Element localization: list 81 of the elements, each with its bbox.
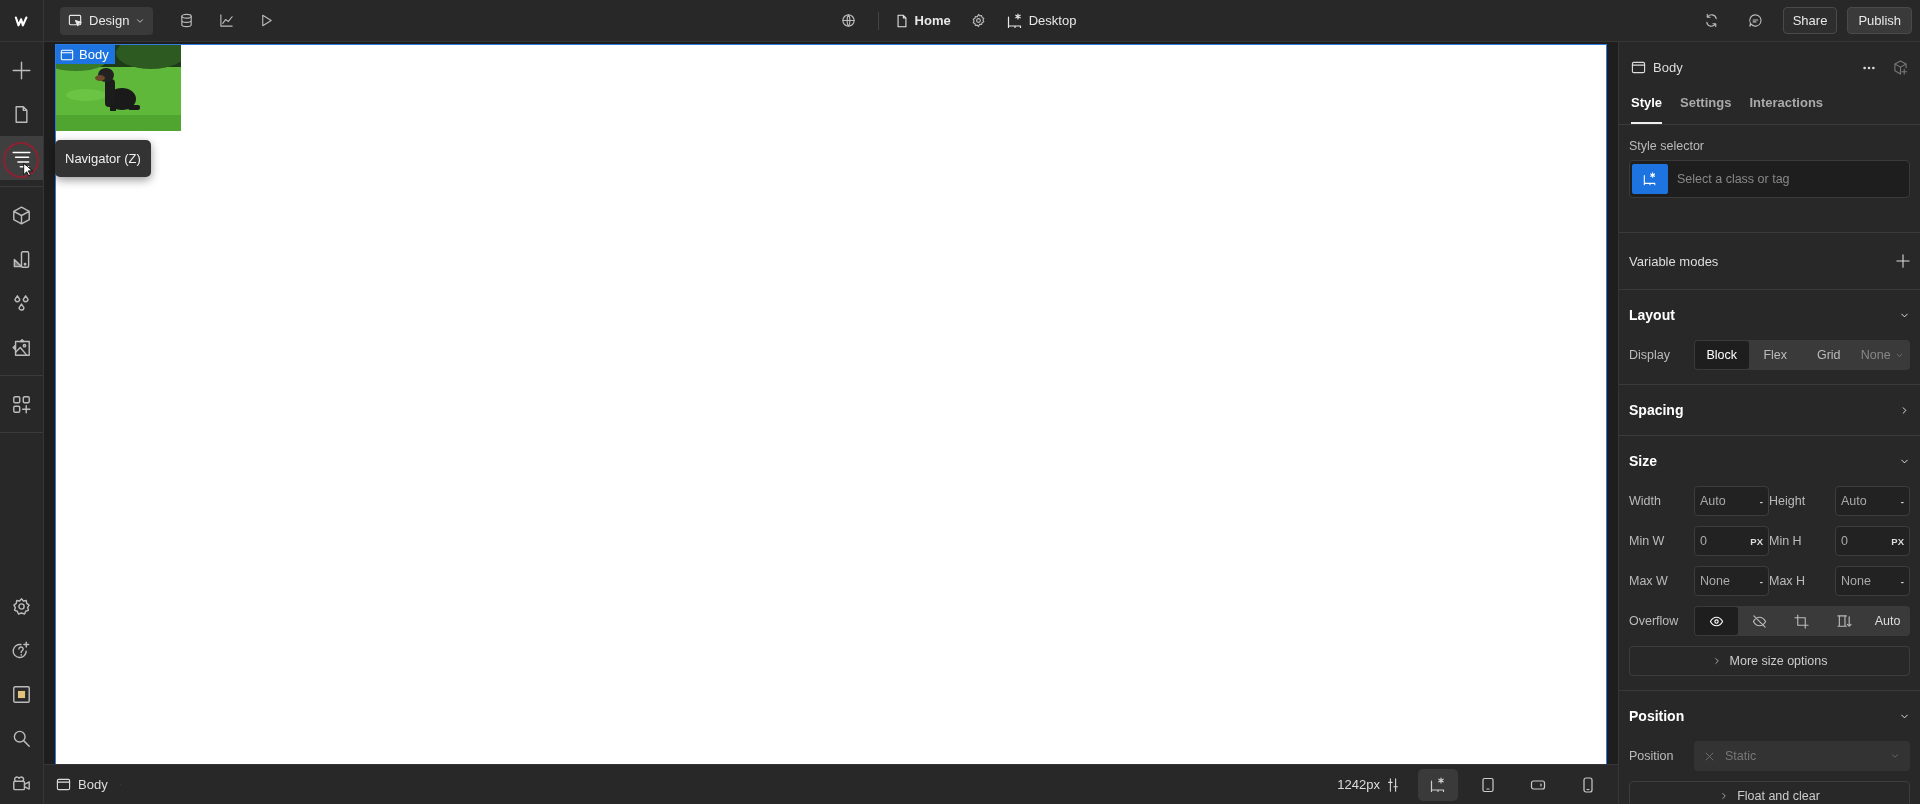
navigator-button[interactable] — [0, 136, 43, 180]
close-icon — [1704, 750, 1715, 762]
field-label: Max W — [1629, 574, 1669, 588]
display-option[interactable]: Flex — [1748, 341, 1802, 369]
search-icon — [12, 728, 31, 748]
element-label: Body — [56, 45, 115, 64]
crop-icon — [1794, 613, 1810, 629]
field-label: Position — [1629, 749, 1675, 763]
element-name: Body — [1653, 60, 1683, 75]
globe-icon — [841, 13, 857, 28]
breakpoint-button[interactable] — [1418, 768, 1458, 801]
settings-icon — [971, 13, 987, 28]
display-option[interactable]: Block — [1695, 341, 1749, 369]
page-icon — [12, 104, 31, 124]
section-label: Variable modes — [1629, 253, 1719, 269]
overflow-option[interactable]: Auto — [1866, 607, 1909, 635]
scroll-icon — [1837, 613, 1853, 629]
canvas-width: 1242px — [1337, 777, 1380, 792]
style-selector-field[interactable]: Select a class or tag — [1629, 160, 1910, 198]
field-label: Width — [1629, 494, 1662, 508]
field-label: Overflow — [1629, 614, 1680, 628]
component-button[interactable] — [1893, 60, 1908, 75]
line-chart-icon — [218, 13, 234, 28]
apps-icon — [12, 394, 31, 414]
field-label: Min W — [1629, 534, 1666, 548]
cube-plus-icon — [1893, 60, 1908, 75]
field-label: Min H — [1769, 534, 1803, 548]
image-icon — [12, 337, 31, 357]
overflow-option[interactable] — [1695, 607, 1738, 635]
settings-icon — [12, 596, 31, 616]
page-selector[interactable]: Home — [890, 9, 955, 32]
size-field[interactable]: None - — [1694, 566, 1769, 596]
square-icon — [12, 684, 31, 704]
tooltip: Navigator (Z) — [55, 140, 151, 177]
plus-icon — [12, 60, 31, 80]
field-label: Style selector — [1629, 139, 1706, 153]
section-header[interactable]: Spacing — [1629, 385, 1910, 435]
size-field[interactable]: 0 PX — [1835, 526, 1910, 556]
share-button[interactable]: Share — [1782, 7, 1838, 34]
comment-icon — [1748, 13, 1764, 28]
section-header[interactable]: Layout — [1629, 290, 1910, 340]
body-icon — [56, 777, 71, 792]
field-label: Display — [1629, 348, 1671, 362]
cube-icon — [12, 205, 31, 225]
publish-button[interactable]: Publish — [1847, 7, 1912, 34]
size-field[interactable]: Auto - — [1835, 486, 1910, 516]
cursor-icon — [22, 162, 33, 178]
refresh-icon — [1704, 13, 1720, 28]
panel-tab[interactable]: Settings — [1680, 83, 1732, 124]
phone-icon — [1580, 776, 1596, 793]
breadcrumb[interactable]: Body — [44, 765, 121, 804]
element-icon — [1643, 172, 1657, 186]
help-icon — [12, 640, 31, 660]
size-field[interactable]: Auto - — [1694, 486, 1769, 516]
breakpoint-selector[interactable]: Desktop — [1002, 8, 1081, 33]
more-size-options-button[interactable]: More size options — [1629, 646, 1910, 676]
size-field[interactable]: None - — [1835, 566, 1910, 596]
class-input[interactable]: Select a class or tag — [1668, 172, 1907, 186]
plus-icon — [1896, 254, 1910, 268]
field-label: Max H — [1769, 574, 1807, 588]
hidden-icon — [1751, 613, 1767, 629]
size-field[interactable]: 0 PX — [1694, 526, 1769, 556]
field-label: Height — [1769, 494, 1807, 508]
drops-icon — [12, 293, 31, 313]
caret-icon — [1890, 751, 1900, 761]
cursor-box-icon — [68, 13, 83, 28]
panel-tab[interactable]: Style — [1631, 83, 1663, 124]
shapes-icon — [12, 249, 31, 269]
add-button[interactable] — [1896, 254, 1910, 268]
page-icon — [894, 13, 909, 28]
body-icon — [1631, 60, 1646, 75]
database-icon — [178, 13, 194, 28]
section-header[interactable]: Size — [1629, 436, 1910, 486]
desktop-icon — [1430, 776, 1446, 793]
display-option[interactable]: Grid — [1802, 341, 1856, 369]
tablet-icon — [1480, 776, 1496, 793]
panel-tab[interactable]: Interactions — [1749, 83, 1824, 124]
design-mode-button[interactable]: Design — [60, 6, 154, 35]
sliders-icon — [1386, 777, 1400, 792]
desktop-icon — [1006, 12, 1023, 29]
body-icon — [60, 47, 74, 62]
